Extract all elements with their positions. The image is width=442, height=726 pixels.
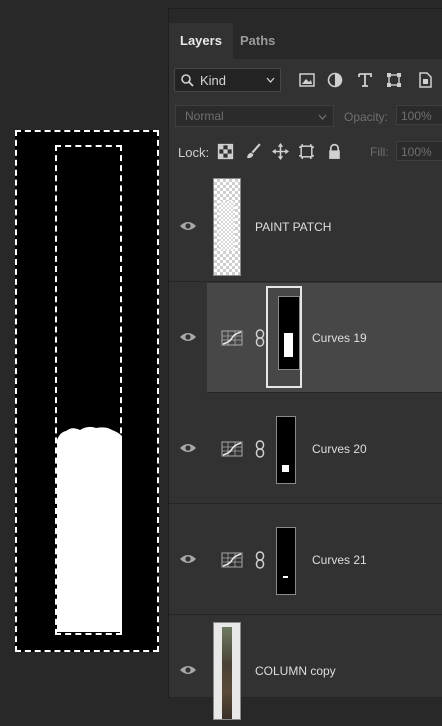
tab-layers[interactable]: Layers xyxy=(169,23,233,59)
fill-field[interactable]: 100% xyxy=(396,141,442,161)
curves-adjustment-icon[interactable] xyxy=(221,552,243,568)
layer-thumbnail[interactable] xyxy=(213,622,241,720)
layer-mask-thumbnail[interactable] xyxy=(276,527,296,595)
link-icon[interactable] xyxy=(255,329,265,347)
layer-filter-row: Kind xyxy=(169,67,442,97)
eye-icon[interactable] xyxy=(179,220,197,232)
visibility-column xyxy=(169,394,207,504)
fill-value: 100% xyxy=(401,145,432,159)
layer-row[interactable]: Curves 19 xyxy=(169,283,442,393)
visibility-column xyxy=(169,172,207,282)
blend-mode-select[interactable]: Normal xyxy=(175,105,334,127)
lock-transparent-pixels-icon[interactable] xyxy=(217,143,234,160)
link-icon[interactable] xyxy=(255,440,265,458)
layer-row[interactable]: PAINT PATCH xyxy=(169,172,442,282)
mask-selection-frame xyxy=(266,286,302,388)
search-icon xyxy=(181,74,194,87)
layer-thumbnail[interactable] xyxy=(213,178,241,276)
adjustment-filter-icon[interactable] xyxy=(326,71,344,89)
layer-row[interactable]: Curves 20 xyxy=(169,394,442,504)
pixel-filter-icon[interactable] xyxy=(298,71,316,89)
selection-marquee-inner xyxy=(55,145,122,635)
curves-adjustment-icon[interactable] xyxy=(221,330,243,346)
opacity-value: 100% xyxy=(401,109,432,123)
lock-label: Lock: xyxy=(178,145,210,160)
eye-icon[interactable] xyxy=(179,442,197,454)
document-canvas[interactable] xyxy=(0,0,168,697)
lock-image-pixels-icon[interactable] xyxy=(245,143,262,160)
lock-position-icon[interactable] xyxy=(272,143,289,160)
eye-icon[interactable] xyxy=(179,553,197,565)
layers-panel: Layers Paths Kind Normal Opacity: 100% L… xyxy=(168,8,442,720)
layer-name[interactable]: Curves 20 xyxy=(312,442,367,456)
fill-label: Fill: xyxy=(370,145,389,159)
type-filter-icon[interactable] xyxy=(356,71,374,89)
kind-filter-label: Kind xyxy=(200,73,227,88)
visibility-column xyxy=(169,283,207,393)
tab-paths[interactable]: Paths xyxy=(229,23,286,59)
opacity-field[interactable]: 100% xyxy=(396,105,442,125)
layer-name[interactable]: Curves 21 xyxy=(312,553,367,567)
chevron-down-icon xyxy=(266,77,275,83)
curves-adjustment-icon[interactable] xyxy=(221,441,243,457)
shape-filter-icon[interactable] xyxy=(385,71,403,89)
lock-all-icon[interactable] xyxy=(326,143,343,160)
layer-row[interactable]: Curves 21 xyxy=(169,505,442,615)
blend-mode-value: Normal xyxy=(185,109,224,123)
layer-name[interactable]: PAINT PATCH xyxy=(255,220,331,234)
smart-object-filter-icon[interactable] xyxy=(416,71,434,89)
panel-tabs: Layers Paths xyxy=(169,9,442,59)
layer-row[interactable]: COLUMN copy xyxy=(169,616,442,720)
layer-name[interactable]: COLUMN copy xyxy=(255,664,336,678)
chevron-down-icon xyxy=(318,114,327,120)
layer-name[interactable]: Curves 19 xyxy=(312,331,367,345)
opacity-label: Opacity: xyxy=(344,110,389,124)
visibility-column xyxy=(169,505,207,615)
kind-filter-select[interactable]: Kind xyxy=(174,68,281,92)
eye-icon[interactable] xyxy=(179,664,197,676)
layer-mask-thumbnail[interactable] xyxy=(276,416,296,484)
eye-icon[interactable] xyxy=(179,331,197,343)
lock-artboard-icon[interactable] xyxy=(298,143,315,160)
blend-row: Normal Opacity: 100% xyxy=(169,105,442,129)
link-icon[interactable] xyxy=(255,551,265,569)
lock-row: Lock: Fill: 100% xyxy=(169,140,442,164)
visibility-column xyxy=(169,616,207,726)
